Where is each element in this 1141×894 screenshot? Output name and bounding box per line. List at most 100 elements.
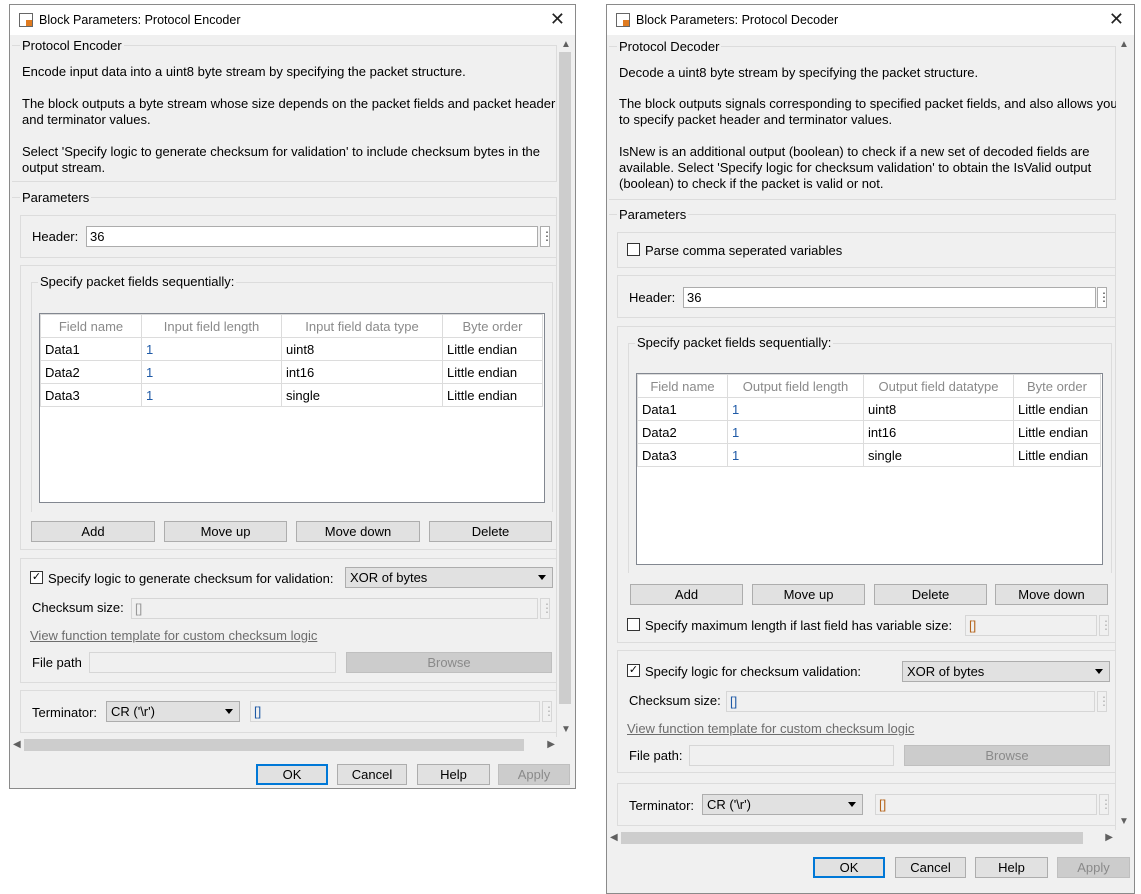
more-options-icon[interactable]: ⋮ — [1097, 287, 1110, 308]
header-input[interactable]: 36 — [86, 226, 538, 247]
horizontal-scrollbar[interactable]: ◀ ▶ — [10, 738, 558, 752]
max-length-input[interactable]: [] — [965, 615, 1097, 636]
checksum-size-input[interactable]: [] — [131, 598, 538, 619]
cancel-button[interactable]: Cancel — [895, 857, 966, 878]
checksum-method-dropdown[interactable]: XOR of bytes — [345, 567, 553, 588]
cell[interactable]: Little endian — [442, 337, 543, 361]
template-link[interactable]: View function template for custom checks… — [627, 721, 914, 736]
cell[interactable]: single — [281, 383, 443, 407]
table-row[interactable]: Data3 1 single Little endian — [40, 383, 543, 407]
browse-button[interactable]: Browse — [904, 745, 1110, 766]
scroll-right-icon[interactable]: ▶ — [547, 739, 555, 750]
cell[interactable]: Little endian — [1013, 443, 1101, 467]
vertical-scrollbar[interactable]: ▲ ▼ — [558, 38, 572, 736]
scroll-down-icon[interactable]: ▼ — [1119, 816, 1129, 827]
browse-button[interactable]: Browse — [346, 652, 552, 673]
cell[interactable]: 1 — [141, 337, 282, 361]
cell[interactable]: 1 — [727, 443, 864, 467]
cell[interactable]: 1 — [727, 420, 864, 444]
scroll-down-icon[interactable]: ▼ — [561, 724, 571, 735]
more-options-icon[interactable]: ⋮ — [1097, 691, 1110, 712]
cell[interactable]: single — [863, 443, 1014, 467]
column-header[interactable]: Field name — [40, 314, 142, 338]
help-button[interactable]: Help — [417, 764, 490, 785]
cell[interactable]: Little endian — [442, 383, 543, 407]
table-row[interactable]: Data1 1 uint8 Little endian — [40, 337, 543, 361]
terminator-dropdown[interactable]: CR ('\r') — [702, 794, 863, 815]
scroll-up-icon[interactable]: ▲ — [561, 39, 571, 50]
parse-csv-checkbox[interactable] — [627, 243, 640, 256]
table-row[interactable]: Data2 1 int16 Little endian — [637, 420, 1101, 444]
apply-button[interactable]: Apply — [498, 764, 570, 785]
terminator-custom-input[interactable]: [] — [875, 794, 1097, 815]
column-header[interactable]: Field name — [637, 374, 728, 398]
file-path-input[interactable] — [689, 745, 894, 766]
scroll-left-icon[interactable]: ◀ — [13, 739, 21, 750]
cell[interactable]: Data2 — [637, 420, 728, 444]
cell[interactable]: Data3 — [637, 443, 728, 467]
help-button[interactable]: Help — [975, 857, 1048, 878]
cell[interactable]: int16 — [281, 360, 443, 384]
cell[interactable]: Data1 — [637, 397, 728, 421]
cell[interactable]: 1 — [727, 397, 864, 421]
delete-button[interactable]: Delete — [429, 521, 552, 542]
column-header[interactable]: Output field datatype — [863, 374, 1014, 398]
more-options-icon[interactable]: ⋮ — [540, 598, 553, 619]
column-header[interactable]: Input field data type — [281, 314, 443, 338]
scrollbar-thumb[interactable] — [621, 832, 1083, 844]
terminator-custom-input[interactable]: [] — [250, 701, 540, 722]
terminator-dropdown[interactable]: CR ('\r') — [106, 701, 240, 722]
move-up-button[interactable]: Move up — [752, 584, 865, 605]
cancel-button[interactable]: Cancel — [337, 764, 407, 785]
cell[interactable]: 1 — [141, 383, 282, 407]
more-options-icon[interactable]: ⋮ — [1099, 615, 1112, 636]
horizontal-scrollbar[interactable]: ◀ ▶ — [607, 831, 1116, 845]
table-row[interactable]: Data1 1 uint8 Little endian — [637, 397, 1101, 421]
max-length-checkbox[interactable] — [627, 618, 640, 631]
move-down-button[interactable]: Move down — [995, 584, 1108, 605]
scroll-up-icon[interactable]: ▲ — [1119, 39, 1129, 50]
scroll-right-icon[interactable]: ▶ — [1105, 832, 1113, 843]
add-button[interactable]: Add — [630, 584, 743, 605]
add-button[interactable]: Add — [31, 521, 155, 542]
column-header[interactable]: Output field length — [727, 374, 864, 398]
cell[interactable]: uint8 — [863, 397, 1014, 421]
apply-button[interactable]: Apply — [1057, 857, 1130, 878]
cell[interactable]: Little endian — [1013, 420, 1101, 444]
scrollbar-thumb[interactable] — [24, 739, 524, 751]
cell[interactable]: 1 — [141, 360, 282, 384]
template-link[interactable]: View function template for custom checks… — [30, 628, 317, 643]
cell[interactable]: Data2 — [40, 360, 142, 384]
more-options-icon[interactable]: ⋮ — [542, 701, 555, 722]
cell[interactable]: uint8 — [281, 337, 443, 361]
close-icon[interactable]: ✕ — [550, 9, 565, 30]
move-down-button[interactable]: Move down — [296, 521, 420, 542]
checksum-method-dropdown[interactable]: XOR of bytes — [902, 661, 1110, 682]
cell[interactable]: Little endian — [1013, 397, 1101, 421]
cell[interactable]: Data3 — [40, 383, 142, 407]
ok-button[interactable]: OK — [256, 764, 328, 785]
checksum-size-input[interactable]: [] — [726, 691, 1095, 712]
column-header[interactable]: Byte order — [1013, 374, 1101, 398]
cell[interactable]: Little endian — [442, 360, 543, 384]
scrollbar-thumb[interactable] — [559, 52, 571, 704]
column-header[interactable]: Byte order — [442, 314, 543, 338]
header-input[interactable]: 36 — [683, 287, 1096, 308]
move-up-button[interactable]: Move up — [164, 521, 287, 542]
delete-button[interactable]: Delete — [874, 584, 987, 605]
checksum-checkbox[interactable]: ✓ — [30, 571, 43, 584]
file-path-input[interactable] — [89, 652, 336, 673]
checksum-checkbox[interactable]: ✓ — [627, 664, 640, 677]
scroll-left-icon[interactable]: ◀ — [610, 832, 618, 843]
ok-button[interactable]: OK — [813, 857, 885, 878]
table-row[interactable]: Data2 1 int16 Little endian — [40, 360, 543, 384]
more-options-icon[interactable]: ⋮ — [540, 226, 553, 247]
close-icon[interactable]: ✕ — [1109, 9, 1124, 30]
cell[interactable]: Data1 — [40, 337, 142, 361]
table-row[interactable]: Data3 1 single Little endian — [637, 443, 1101, 467]
cell[interactable]: int16 — [863, 420, 1014, 444]
vertical-scrollbar[interactable]: ▲ ▼ — [1116, 38, 1130, 828]
more-options-icon[interactable]: ⋮ — [1099, 794, 1112, 815]
scrollbar-thumb[interactable] — [1117, 52, 1129, 812]
column-header[interactable]: Input field length — [141, 314, 282, 338]
